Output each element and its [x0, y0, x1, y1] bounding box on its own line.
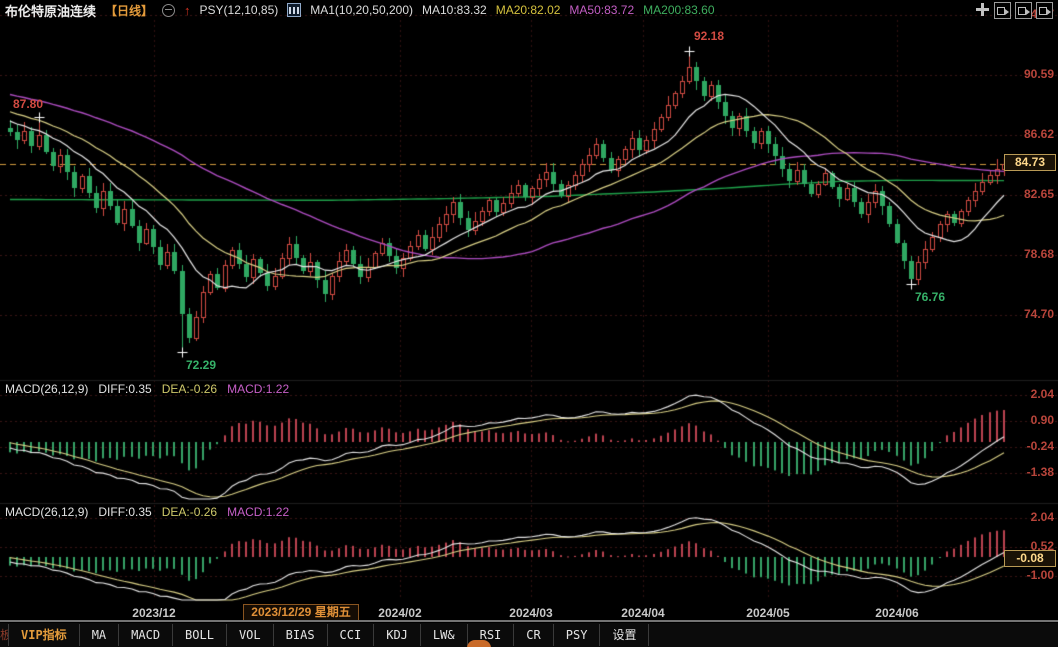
- macd1-axis-label: -1.38: [1027, 465, 1054, 479]
- ma10-value: MA10:83.32: [422, 3, 487, 17]
- pane-close-icon[interactable]: [1036, 2, 1053, 19]
- chart-toolbar-icons: [975, 2, 1053, 19]
- price-annotation: 76.76: [915, 290, 945, 304]
- up-arrow-icon: ↑: [184, 3, 191, 18]
- pane-expand-icon[interactable]: [1015, 2, 1032, 19]
- scroll-handle-nub[interactable]: [467, 640, 491, 647]
- indicator-toolbar: 板 VIP指标MAMACDBOLLVOLBIASCCIKDJLW&RSICRPS…: [0, 623, 1058, 647]
- price-axis-label: 86.62: [1024, 127, 1054, 141]
- tab-LW&[interactable]: LW&: [421, 624, 468, 646]
- time-axis-label: 2023/12: [122, 606, 186, 620]
- indicator-ma-group-label[interactable]: MA1(10,20,50,200): [310, 3, 413, 17]
- macd2-header: MACD(26,12,9) DIFF:0.35 DEA:-0.26 MACD:1.22: [5, 505, 299, 519]
- tab-VIP指标[interactable]: VIP指标: [9, 624, 80, 646]
- indicator-psy-label[interactable]: PSY(12,10,85): [200, 3, 279, 17]
- toolbar-separator: [0, 620, 1058, 622]
- macd2-axis-label: -1.00: [1027, 568, 1054, 582]
- macd2-macd-value: MACD:1.22: [227, 505, 289, 519]
- macd1-title[interactable]: MACD(26,12,9): [5, 382, 88, 396]
- price-annotation: 87.80: [13, 97, 43, 111]
- ma200-value: MA200:83.60: [643, 3, 714, 17]
- time-axis-label: 2024/02: [368, 606, 432, 620]
- macd1-axis-label: -0.24: [1027, 439, 1054, 453]
- ma20-value: MA20:82.02: [496, 3, 561, 17]
- ma50-value: MA50:83.72: [569, 3, 634, 17]
- clipped-tab-fragment[interactable]: 板: [0, 624, 9, 646]
- macd2-diff-value: DIFF:0.35: [98, 505, 151, 519]
- macd1-axis-label: 2.04: [1031, 387, 1054, 401]
- candlestick-chart-canvas[interactable]: [0, 0, 1058, 647]
- macd1-diff-value: DIFF:0.35: [98, 382, 151, 396]
- move-chart-icon[interactable]: [975, 2, 990, 17]
- macd2-dea-value: DEA:-0.26: [162, 505, 217, 519]
- price-annotation: 72.29: [186, 358, 216, 372]
- price-axis-label: 78.68: [1024, 247, 1054, 261]
- price-axis-label: 82.65: [1024, 187, 1054, 201]
- pane-add-icon[interactable]: [994, 2, 1011, 19]
- symbol-name[interactable]: 布伦特原油连续: [5, 1, 96, 20]
- macd2-current-value-box: -0.08: [1004, 550, 1056, 567]
- tab-MA[interactable]: MA: [80, 624, 119, 646]
- tab-BOLL[interactable]: BOLL: [173, 624, 227, 646]
- tab-BIAS[interactable]: BIAS: [274, 624, 328, 646]
- time-axis-label: 2024/06: [865, 606, 929, 620]
- time-axis-label: 2024/05: [736, 606, 800, 620]
- current-price-box: 84.73: [1004, 154, 1056, 171]
- tab-KDJ[interactable]: KDJ: [374, 624, 421, 646]
- macd1-header: MACD(26,12,9) DIFF:0.35 DEA:-0.26 MACD:1.22: [5, 382, 299, 396]
- macd2-axis-label: 2.04: [1031, 510, 1054, 524]
- macd1-macd-value: MACD:1.22: [227, 382, 289, 396]
- price-axis-label: 74.70: [1024, 307, 1054, 321]
- tab-PSY[interactable]: PSY: [554, 624, 601, 646]
- tab-CR[interactable]: CR: [514, 624, 553, 646]
- price-axis-label: 90.59: [1024, 67, 1054, 81]
- macd1-dea-value: DEA:-0.26: [162, 382, 217, 396]
- chart-app-window: 布伦特原油连续 【日线】 ↑ PSY(12,10,85) MA1(10,20,5…: [0, 0, 1058, 647]
- macd2-title[interactable]: MACD(26,12,9): [5, 505, 88, 519]
- chart-header: 布伦特原油连续 【日线】 ↑ PSY(12,10,85) MA1(10,20,5…: [5, 0, 715, 20]
- mini-chart-icon[interactable]: [287, 3, 301, 17]
- period-label[interactable]: 【日线】: [105, 2, 153, 19]
- time-axis-label: 2024/04: [611, 606, 675, 620]
- collapse-circle-icon[interactable]: [162, 4, 175, 17]
- macd1-axis-label: 0.90: [1031, 413, 1054, 427]
- time-axis-label: 2024/03: [499, 606, 563, 620]
- tab-MACD[interactable]: MACD: [119, 624, 173, 646]
- tab-设置[interactable]: 设置: [600, 624, 649, 646]
- tab-VOL[interactable]: VOL: [227, 624, 274, 646]
- price-annotation: 92.18: [694, 29, 724, 43]
- tab-CCI[interactable]: CCI: [328, 624, 375, 646]
